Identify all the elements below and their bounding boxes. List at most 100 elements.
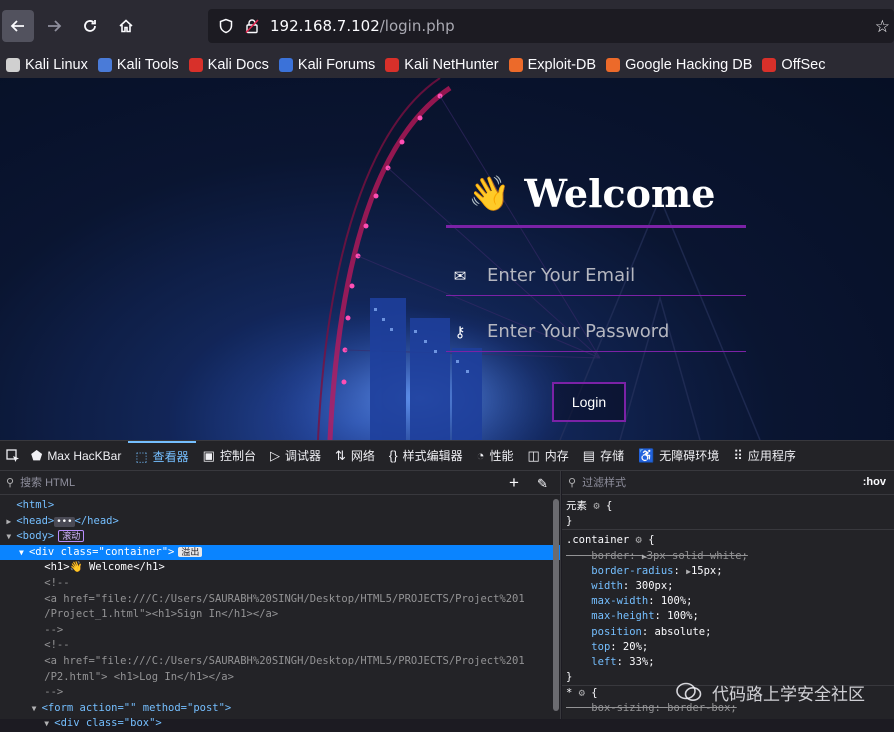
storage-icon: ▤ xyxy=(582,447,596,463)
devtools-tab-label: 样式编辑器 xyxy=(402,449,463,463)
devtools-tab-application[interactable]: ⠿ 应用程序 xyxy=(726,441,803,471)
devtools-tab-label: 调试器 xyxy=(284,449,321,463)
performance-icon: ◔ xyxy=(476,448,485,463)
devtools-tab-network[interactable]: ⇅ 网络 xyxy=(328,441,382,471)
kali-docs-icon xyxy=(188,58,203,72)
tree-node-h1[interactable]: <h1>👋 Welcome</h1> xyxy=(0,560,560,576)
tree-node-html[interactable]: <html> xyxy=(0,498,560,514)
html-search-row: ⚲ + ✎ xyxy=(0,471,560,495)
add-node-button[interactable]: + xyxy=(509,473,519,493)
console-icon: ▣ xyxy=(202,447,215,463)
bookmark-kali-linux[interactable]: Kali Linux xyxy=(6,57,88,73)
devtools-tab-storage[interactable]: ▤ 存储 xyxy=(576,441,631,471)
rule-declaration[interactable]: width: 300px; xyxy=(562,579,894,594)
rule-declaration[interactable]: border-radius: ▶15px; xyxy=(562,564,894,579)
bookmarks-bar: Kali Linux Kali Tools Kali Docs Kali Forums… xyxy=(0,52,894,78)
key-icon: ⚷ xyxy=(454,322,466,341)
email-input[interactable] xyxy=(485,264,735,287)
bookmark-exploit-db[interactable]: Exploit-DB xyxy=(508,57,596,73)
url-host: 192.168.7.102 xyxy=(270,17,380,35)
login-button[interactable]: Login xyxy=(552,382,626,422)
devtools-tab-label: 无障碍环境 xyxy=(659,449,720,463)
back-button[interactable] xyxy=(2,10,34,42)
watermark: 代码路上学安全社区 xyxy=(676,672,892,712)
overflow-badge[interactable]: 溢出 xyxy=(178,546,203,557)
kali-forums-icon xyxy=(278,58,293,72)
reload-icon xyxy=(84,20,96,32)
debugger-icon: ▷ xyxy=(269,447,280,463)
network-icon: ⇅ xyxy=(334,447,346,463)
forward-button[interactable] xyxy=(38,10,70,42)
devtools-tab-accessibility[interactable]: ♿ 无障碍环境 xyxy=(631,441,726,471)
tree-node-comment[interactable]: <!-- xyxy=(0,576,560,592)
bookmark-label: Kali Linux xyxy=(25,57,88,73)
bookmark-star-icon[interactable]: ☆ xyxy=(875,17,890,37)
bookmark-kali-tools[interactable]: Kali Tools xyxy=(97,57,179,73)
bookmark-kali-nethunter[interactable]: Kali NetHunter xyxy=(385,57,499,73)
offsec-icon xyxy=(762,58,777,72)
home-button[interactable] xyxy=(110,10,142,42)
devtools-tab-debugger[interactable]: ▷ 调试器 xyxy=(263,441,328,471)
collapsed-ellipsis[interactable]: ••• xyxy=(54,516,75,527)
rule-declaration[interactable]: max-width: 100%; xyxy=(562,594,894,609)
kali-dragon-icon xyxy=(6,58,20,72)
memory-icon: ◫ xyxy=(527,447,540,463)
gear-icon: ⚙ xyxy=(578,687,585,700)
nethunter-icon xyxy=(385,58,400,72)
devtools-tab-inspector[interactable]: ⬚ 查看器 xyxy=(128,440,196,471)
hov-toggle[interactable]: :hov xyxy=(863,476,886,488)
password-field-row: ⚷ xyxy=(446,312,746,352)
tree-comment-line: <a href="file:///C:/Users/SAURABH%20SING… xyxy=(44,592,525,605)
password-input[interactable] xyxy=(485,320,735,343)
rule-close: } xyxy=(566,515,573,528)
waving-hand-icon: 👋 xyxy=(468,173,511,214)
element-picker-button[interactable] xyxy=(2,441,24,471)
tree-comment-line: --> xyxy=(44,623,64,636)
tree-comment-line: <a href="file:///C:/Users/SAURABH%20SING… xyxy=(44,654,525,667)
filter-styles-input[interactable] xyxy=(580,475,811,490)
bookmark-kali-docs[interactable]: Kali Docs xyxy=(188,57,269,73)
arrow-right-icon xyxy=(48,20,62,32)
rule-declaration[interactable]: top: 20%; xyxy=(562,640,894,655)
devtools-tab-hackbar[interactable]: ⬟ Max HacKBar xyxy=(24,441,128,471)
element-picker-icon xyxy=(6,448,19,462)
bookmark-label: Kali Forums xyxy=(297,57,376,73)
tree-node-head[interactable]: ▶ <head> ••• </head> xyxy=(0,514,560,530)
rule-declaration[interactable]: max-height: 100%; xyxy=(562,609,894,624)
tree-node-comment[interactable]: <!-- xyxy=(0,638,560,654)
bookmark-kali-forums[interactable]: Kali Forums xyxy=(278,57,376,73)
scroll-badge[interactable]: 滚动 xyxy=(58,530,85,543)
devtools-tab-performance[interactable]: ◔ 性能 xyxy=(470,441,521,471)
kali-tools-icon xyxy=(97,58,112,72)
markup-scrollbar[interactable] xyxy=(553,499,559,711)
tree-comment-line: /P2.html"> <h1>Log In</h1></a> xyxy=(44,670,234,683)
devtools-tab-label: 存储 xyxy=(600,449,625,463)
url-bar[interactable]: 192.168.7.102/login.php ☆ xyxy=(208,9,894,43)
email-field-row: ✉ xyxy=(446,256,746,296)
tree-comment-line: /Project_1.html"><h1>Sign In</h1></a> xyxy=(44,608,279,621)
browser-toolbar: 192.168.7.102/login.php ☆ xyxy=(0,0,894,52)
devtools-tab-console[interactable]: ▣ 控制台 xyxy=(196,441,263,471)
html-search-input[interactable] xyxy=(18,475,489,490)
rule-declaration[interactable]: left: 33%; xyxy=(562,655,894,670)
hackbar-icon: ⬟ xyxy=(31,447,43,463)
bookmark-offsec[interactable]: OffSec xyxy=(762,57,825,73)
insecure-lock-icon[interactable] xyxy=(244,18,260,34)
shield-icon[interactable] xyxy=(218,18,234,34)
rule-element-header: 元素 ⚙ { xyxy=(566,500,613,512)
tree-node-body[interactable]: ▼ <body> 滚动 xyxy=(0,529,560,545)
style-editor-icon: {} xyxy=(388,448,398,463)
reload-button[interactable] xyxy=(74,10,106,42)
devtools-tab-memory[interactable]: ◫ 内存 xyxy=(520,441,575,471)
tree-node-container-selected[interactable]: ▼ <div class="container"> 溢出 xyxy=(0,544,560,561)
rule-declaration[interactable]: border: ▶3px solid white; xyxy=(562,549,894,564)
eyedropper-icon[interactable]: ✎ xyxy=(537,476,548,492)
rule-declaration[interactable]: position: absolute; xyxy=(562,625,894,640)
devtools-tab-label: 内存 xyxy=(544,449,569,463)
search-icon: ⚲ xyxy=(6,477,15,489)
bookmark-google-hacking-db[interactable]: Google Hacking DB xyxy=(606,57,752,73)
welcome-heading: 👋 Welcome xyxy=(446,162,746,228)
devtools-tab-style-editor[interactable]: {} 样式编辑器 xyxy=(382,441,470,471)
tree-node-form[interactable]: ▼ <form action="" method="post"> xyxy=(0,701,560,717)
bookmark-label: Kali Tools xyxy=(116,57,179,73)
